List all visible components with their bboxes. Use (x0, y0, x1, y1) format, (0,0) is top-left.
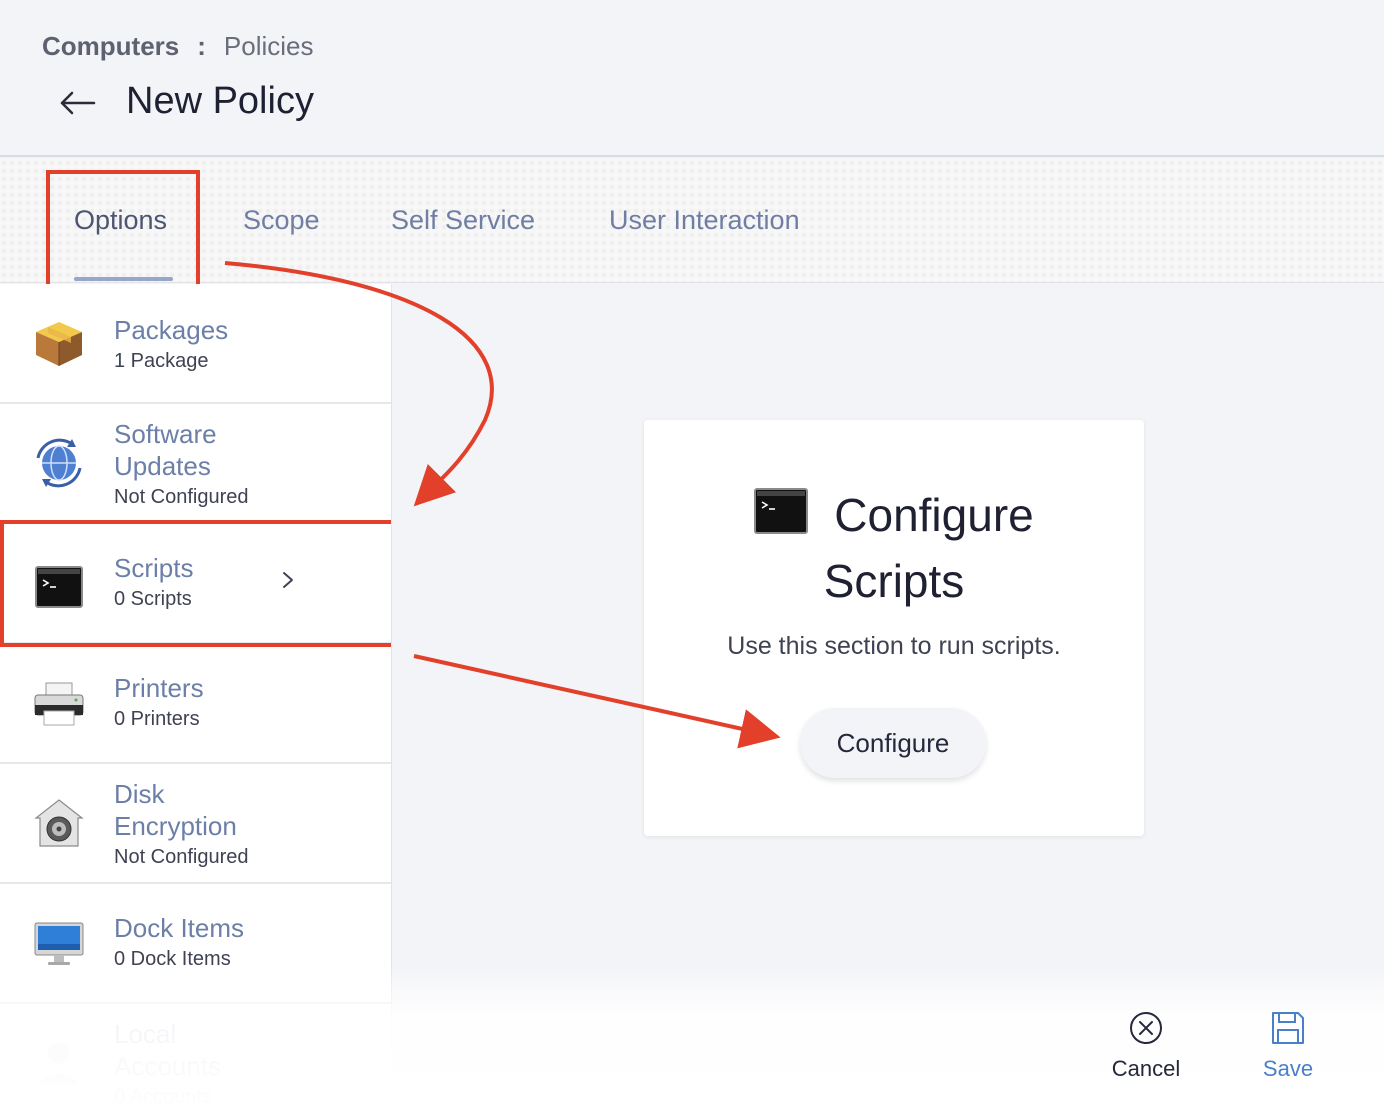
sidebar-item-packages[interactable]: Packages 1 Package (0, 284, 391, 404)
terminal-icon (32, 560, 86, 614)
save-button[interactable]: Save (1228, 1010, 1348, 1082)
cancel-button[interactable]: Cancel (1086, 1010, 1206, 1082)
sidebar-item-local-accounts[interactable]: Local Accounts 0 Accounts (0, 1004, 391, 1118)
save-label: Save (1262, 1056, 1314, 1081)
sidebar-item-subtitle: 1 Package (114, 350, 209, 372)
printer-icon (32, 678, 86, 732)
card-title-line-1: Configure (834, 489, 1034, 541)
sidebar-item-title-line-1: Local (114, 1019, 177, 1049)
configure-scripts-card: Configure Scripts Use this section to ru… (644, 420, 1144, 836)
configure-button[interactable]: Configure (800, 708, 986, 778)
card-title-line-2: Scripts (823, 555, 965, 607)
sidebar-item-printers[interactable]: Printers 0 Printers (0, 644, 391, 764)
options-sidebar: Packages 1 Package Software Updates Not … (0, 284, 392, 1118)
sidebar-item-subtitle: Not Configured (114, 486, 249, 508)
user-silhouette-icon (32, 1036, 86, 1090)
card-description: Use this section to run scripts. (727, 632, 1061, 660)
sidebar-item-scripts[interactable]: Scripts 0 Scripts (0, 524, 391, 644)
arrow-left-icon[interactable] (58, 86, 98, 120)
card-title: Configure Scripts (644, 482, 1144, 614)
sidebar-item-subtitle: 0 Dock Items (114, 948, 231, 970)
options-tab-annotation-box (46, 170, 200, 298)
software-update-globe-icon (32, 436, 86, 490)
breadcrumb-separator: : (197, 31, 206, 61)
sidebar-item-software-updates[interactable]: Software Updates Not Configured (0, 404, 391, 524)
tab-bar: Options Scope Self Service User Interact… (0, 159, 1384, 298)
cancel-label: Cancel (1111, 1056, 1181, 1081)
sidebar-item-title: Packages (114, 315, 229, 345)
breadcrumb-policies[interactable]: Policies (224, 31, 314, 62)
sidebar-item-title-line-1: Software (114, 419, 217, 449)
breadcrumb: Computers : Policies (42, 31, 314, 62)
breadcrumb-computers[interactable]: Computers (42, 31, 179, 62)
sidebar-item-subtitle: 0 Printers (114, 708, 200, 730)
tab-user-interaction[interactable]: User Interaction (609, 205, 800, 236)
page-header: Computers : Policies New Policy (0, 0, 1384, 157)
chevron-right-icon (283, 572, 293, 588)
page-title: New Policy (126, 80, 314, 122)
sidebar-item-subtitle: 0 Accounts (114, 1086, 212, 1108)
floppy-disk-icon (1272, 1012, 1304, 1044)
sidebar-item-title: Scripts (114, 553, 194, 583)
close-circle-icon (1130, 1012, 1162, 1044)
tab-scope[interactable]: Scope (243, 205, 320, 236)
sidebar-item-disk-encryption[interactable]: Disk Encryption Not Configured (0, 764, 391, 884)
sidebar-item-subtitle: 0 Scripts (114, 588, 192, 610)
monitor-icon (32, 918, 86, 972)
sidebar-item-title: Printers (114, 673, 204, 703)
sidebar-item-title-line-2: Accounts (114, 1051, 221, 1081)
filevault-icon (32, 796, 86, 850)
sidebar-item-subtitle: Not Configured (114, 846, 249, 868)
sidebar-item-dock-items[interactable]: Dock Items 0 Dock Items (0, 884, 391, 1004)
tab-self-service[interactable]: Self Service (391, 205, 535, 236)
sidebar-item-title-line-2: Encryption (114, 811, 237, 841)
sidebar-item-title-line-1: Disk (114, 779, 165, 809)
package-box-icon (32, 316, 86, 370)
sidebar-item-title: Dock Items (114, 913, 245, 943)
sidebar-item-title-line-2: Updates (114, 451, 211, 481)
